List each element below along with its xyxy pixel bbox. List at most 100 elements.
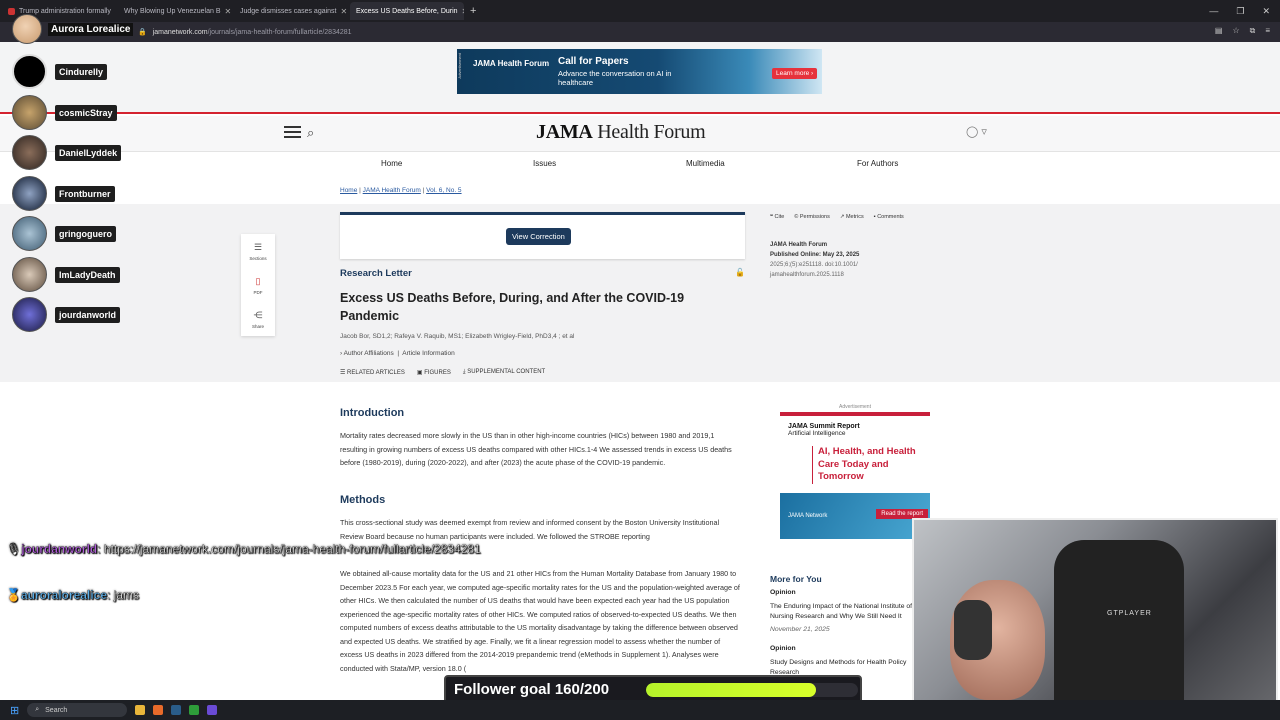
viewer-avatar xyxy=(12,135,47,170)
viewer-avatar xyxy=(12,216,47,251)
viewer-entry: DanielLyddek xyxy=(12,135,122,170)
breadcrumb-journal[interactable]: JAMA Health Forum xyxy=(363,187,421,194)
browser-icon[interactable] xyxy=(153,705,164,715)
permissions-button[interactable]: © Permissions xyxy=(794,214,830,220)
bookmark-icon[interactable]: ☆ xyxy=(1232,26,1239,36)
browser-tab-2[interactable]: Why Blowing Up Venezuelan B ✕ xyxy=(118,2,232,20)
close-window-icon[interactable]: ✕ xyxy=(1262,6,1270,17)
author-affiliations-link[interactable]: Author Affiliations xyxy=(344,350,394,357)
os-taskbar: ⊞ ⌕ Search xyxy=(0,700,1280,720)
ad-accent-bar xyxy=(780,412,930,416)
gaming-chair xyxy=(1054,540,1184,718)
extensions-icon[interactable]: ⧉ xyxy=(1250,26,1256,36)
publication-info: JAMA Health Forum Published Online: May … xyxy=(770,242,860,278)
lock-icon: 🔒 xyxy=(138,29,147,36)
mic-icon: 🎙 xyxy=(6,542,22,556)
viewer-avatar xyxy=(12,176,47,211)
nav-issues[interactable]: Issues xyxy=(533,159,556,168)
app-icon[interactable] xyxy=(207,705,218,715)
viewer-avatar xyxy=(12,297,47,332)
more-for-you-heading: More for You xyxy=(770,574,822,584)
close-icon[interactable]: ✕ xyxy=(341,7,348,16)
viewer-entry: cosmicStray xyxy=(12,95,117,130)
pdf-icon: ▯ xyxy=(255,275,261,286)
share-button[interactable]: ⋲ Share xyxy=(241,302,275,336)
hamburger-menu-icon[interactable] xyxy=(284,126,301,138)
recommendation-item[interactable]: Opinion The Enduring Impact of the Natio… xyxy=(770,588,920,635)
close-icon[interactable]: ✕ xyxy=(225,7,232,16)
window-controls: — ❐ ✕ xyxy=(1209,6,1280,17)
nav-multimedia[interactable]: Multimedia xyxy=(686,159,725,168)
new-tab-icon[interactable]: + xyxy=(470,5,476,17)
viewer-avatar xyxy=(12,54,47,89)
address-bar[interactable]: 🔒 jamanetwork.com/journals/jama-health-f… xyxy=(138,25,1098,39)
share-icon: ⋲ xyxy=(253,309,263,320)
breadcrumb-issue[interactable]: Vol. 6, No. 5 xyxy=(426,187,461,194)
streamer-avatar xyxy=(12,14,42,44)
close-icon[interactable]: ✕ xyxy=(462,7,464,16)
sections-button[interactable]: ☰ Sections xyxy=(241,234,275,268)
call-for-papers-ad[interactable]: Advertisement JAMA Health Forum Call for… xyxy=(457,49,822,94)
pdf-button[interactable]: ▯ PDF xyxy=(241,268,275,302)
start-icon[interactable]: ⊞ xyxy=(10,704,19,717)
figures-button[interactable]: ▣ FIGURES xyxy=(417,369,451,376)
recommendation-item[interactable]: Opinion Study Designs and Methods for He… xyxy=(770,644,920,678)
search-icon: ⌕ xyxy=(35,706,40,713)
methods-text-2: We obtained all-cause mortality data for… xyxy=(340,569,740,673)
viewer-avatar xyxy=(12,95,47,130)
cite-button[interactable]: ❝ Cite xyxy=(770,214,784,220)
badge-icon: 🏅 xyxy=(6,588,21,602)
summit-report-ad[interactable]: Advertisement JAMA Summit Report Artific… xyxy=(780,404,930,539)
article-title: Excess US Deaths Before, During, and Aft… xyxy=(340,291,685,323)
jama-logo[interactable]: JAMA Health Forum xyxy=(536,121,706,144)
toolbar-icons: ▤ ☆ ⧉ ≡ xyxy=(1215,26,1270,36)
correction-notice: View Correction xyxy=(340,212,745,259)
viewer-entry: Cindurelly xyxy=(12,54,108,89)
author-list[interactable]: Jacob Bor, SD1,2; Rafeya V. Raquib, MS1;… xyxy=(340,333,574,340)
article-side-toolbar: ☰ Sections ▯ PDF ⋲ Share xyxy=(241,234,275,336)
main-nav: Home Issues Multimedia For Authors xyxy=(0,152,1280,176)
comments-button[interactable]: ▪ Comments xyxy=(874,214,904,220)
follower-goal-fill xyxy=(646,683,816,697)
breadcrumb-home[interactable]: Home xyxy=(340,187,357,194)
view-correction-button[interactable]: View Correction xyxy=(506,228,571,245)
learn-more-button[interactable]: Learn more › xyxy=(772,68,818,79)
unlock-icon: 🔓 xyxy=(735,268,745,277)
top-ad-area: Advertisement JAMA Health Forum Call for… xyxy=(0,42,1280,114)
ad-footer: JAMA Network Read the report xyxy=(780,493,930,539)
introduction-heading: Introduction xyxy=(340,407,405,419)
browser-navbar: 🔒 jamanetwork.com/journals/jama-health-f… xyxy=(0,22,1280,42)
maximize-icon[interactable]: ❐ xyxy=(1236,6,1244,17)
xbox-icon[interactable] xyxy=(189,705,200,715)
related-articles-button[interactable]: ☰ RELATED ARTICLES xyxy=(340,369,405,376)
webcam-feed: GTPLAYER xyxy=(912,518,1278,720)
nav-home[interactable]: Home xyxy=(381,159,402,168)
viewer-entry: gringoguero xyxy=(12,216,116,251)
nav-for-authors[interactable]: For Authors xyxy=(857,159,898,168)
article-information-link[interactable]: Article Information xyxy=(402,350,454,357)
methods-text-1: This cross-sectional study was deemed ex… xyxy=(340,518,720,541)
article-meta-tabs: ❝ Cite © Permissions ↗ Metrics ▪ Comment… xyxy=(770,214,904,220)
account-icon[interactable]: ◯ ▿ xyxy=(966,125,987,138)
search-icon[interactable]: ⌕ xyxy=(307,125,314,141)
file-explorer-icon[interactable] xyxy=(135,705,146,715)
minimize-icon[interactable]: — xyxy=(1209,6,1218,17)
introduction-text: Mortality rates decreased more slowly in… xyxy=(340,431,732,467)
steam-icon[interactable] xyxy=(171,705,182,715)
streamer-badge: Aurora Lorealice xyxy=(12,14,134,44)
viewer-avatar xyxy=(12,257,47,292)
viewer-entry: jourdanworld xyxy=(12,297,120,332)
reader-icon[interactable]: ▤ xyxy=(1215,26,1223,36)
taskbar-search[interactable]: ⌕ Search xyxy=(27,703,128,717)
headphones xyxy=(954,600,992,660)
site-header: ⌕ JAMA Health Forum ◯ ▿ xyxy=(0,116,1280,152)
article-type: Research Letter xyxy=(340,268,412,279)
article-tools: ☰ RELATED ARTICLES ▣ FIGURES ⤓ SUPPLEMEN… xyxy=(340,369,545,376)
browser-tab-4[interactable]: Excess US Deaths Before, Durin✕ xyxy=(350,2,464,20)
metrics-button[interactable]: ↗ Metrics xyxy=(840,214,864,220)
chat-message: 🎙jourdanworld: https://jamanetwork.com/j… xyxy=(6,542,481,556)
supplemental-content-button[interactable]: ⤓ SUPPLEMENTAL CONTENT xyxy=(463,369,545,376)
follower-goal-progress xyxy=(646,683,858,697)
menu-icon[interactable]: ≡ xyxy=(1265,26,1270,36)
browser-tab-3[interactable]: Judge dismisses cases against ✕ xyxy=(234,2,348,20)
